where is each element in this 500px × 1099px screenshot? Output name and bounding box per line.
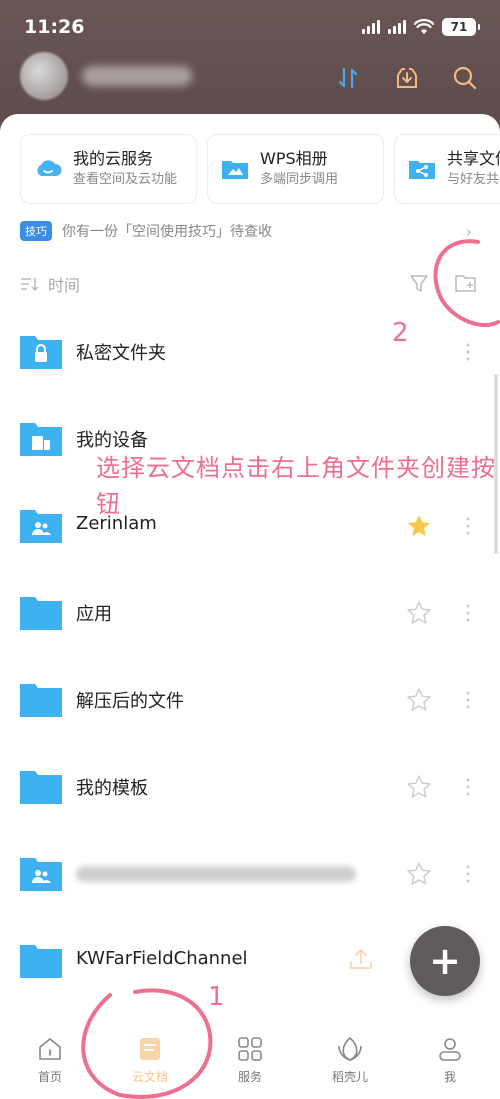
folder-icon: [20, 684, 62, 717]
signal-icon: [362, 20, 380, 34]
tab-label: 服务: [237, 1070, 262, 1084]
tab-services[interactable]: 服务: [210, 1036, 290, 1085]
tip-badge: 技巧: [20, 221, 52, 241]
tips-banner[interactable]: 技巧 你有一份「空间使用技巧」待查收 ›: [20, 220, 480, 242]
folder-icon: [20, 597, 62, 630]
app-header: 11:26 71: [0, 0, 500, 130]
annotation-instruction: 选择云文档点击右上角文件夹创建按钮: [96, 454, 496, 518]
tab-label: 我: [443, 1070, 456, 1084]
service-title: WPS相册: [260, 149, 328, 168]
plus-icon: +: [429, 939, 461, 983]
status-bar: 11:26 71: [0, 0, 500, 56]
cloud-icon: [37, 160, 62, 176]
file-name: 我的设备: [76, 430, 148, 451]
tab-label: 云文档: [131, 1070, 168, 1084]
more-vertical-icon[interactable]: [460, 339, 476, 365]
wifi-icon: [414, 19, 434, 34]
grid-icon: [238, 1037, 262, 1061]
folder-icon: [20, 945, 62, 978]
download-icon[interactable]: [393, 64, 421, 92]
folder-icon: [20, 771, 62, 804]
service-subtitle: 多端同步调用: [260, 172, 339, 187]
star-outline-icon[interactable]: [406, 600, 432, 626]
list-item[interactable]: 应用: [0, 570, 500, 657]
sort-transfer-icon[interactable]: [334, 64, 362, 92]
more-vertical-icon[interactable]: [460, 861, 476, 887]
tab-cloud-docs[interactable]: 云文档: [110, 1036, 190, 1085]
annotation-step-2: 2: [392, 318, 409, 348]
home-icon: [39, 1038, 61, 1060]
lock-folder-icon: [20, 336, 62, 369]
sort-toolbar: 时间: [20, 272, 480, 296]
main-panel: 我的云服务 查看空间及云功能 WPS相册 多端同步调用 共享文件夹 与好友共享 …: [0, 114, 500, 1099]
star-outline-icon[interactable]: [406, 774, 432, 800]
tip-text: 你有一份「空间使用技巧」待查收: [62, 224, 272, 240]
services-row: 我的云服务 查看空间及云功能 WPS相册 多端同步调用 共享文件夹 与好友共享: [20, 134, 500, 204]
share-folder-icon: [409, 161, 435, 179]
tab-me[interactable]: 我: [410, 1036, 490, 1085]
more-vertical-icon[interactable]: [460, 687, 476, 713]
list-item[interactable]: 我的模板: [0, 744, 500, 831]
tab-label: 稻壳儿: [331, 1070, 368, 1084]
more-vertical-icon[interactable]: [460, 600, 476, 626]
list-item[interactable]: 解压后的文件: [0, 657, 500, 744]
more-vertical-icon[interactable]: [460, 774, 476, 800]
file-name: 私密文件夹: [76, 343, 166, 364]
chevron-right-icon: ›: [465, 222, 472, 241]
status-indicators: 71: [362, 18, 480, 36]
cloud-doc-icon: [140, 1038, 160, 1060]
service-shared-folder[interactable]: 共享文件夹 与好友共享: [394, 134, 500, 204]
tab-label: 首页: [37, 1070, 62, 1084]
person-icon: [439, 1038, 461, 1061]
service-my-cloud[interactable]: 我的云服务 查看空间及云功能: [20, 134, 197, 204]
list-item[interactable]: [0, 831, 500, 918]
file-name: 解压后的文件: [76, 691, 184, 712]
avatar[interactable]: [20, 52, 68, 100]
bottom-tab-bar: 首页 云文档 服务 稻壳儿 我: [0, 1010, 500, 1099]
people-folder-icon: [20, 858, 62, 891]
device-folder-icon: [20, 423, 62, 456]
file-name: KWFarFieldChannel: [76, 948, 248, 969]
tab-home[interactable]: 首页: [10, 1036, 90, 1085]
service-wps-album[interactable]: WPS相册 多端同步调用: [207, 134, 384, 204]
battery-indicator: 71: [442, 18, 480, 36]
status-time: 11:26: [24, 16, 85, 38]
leaf-icon: [338, 1036, 362, 1061]
service-subtitle: 与好友共享: [447, 172, 500, 187]
file-name: 我的模板: [76, 778, 148, 799]
create-fab-button[interactable]: +: [410, 926, 480, 996]
file-name-blurred: [76, 866, 356, 882]
list-item[interactable]: 私密文件夹: [0, 309, 500, 396]
people-folder-icon: [20, 510, 62, 543]
signal-icon-2: [388, 20, 406, 34]
star-outline-icon[interactable]: [406, 861, 432, 887]
new-folder-icon[interactable]: [454, 272, 478, 294]
sort-label[interactable]: 时间: [48, 272, 80, 296]
photo-folder-icon: [222, 161, 248, 179]
sort-icon[interactable]: [20, 276, 40, 292]
star-outline-icon[interactable]: [406, 687, 432, 713]
search-icon[interactable]: [451, 64, 479, 92]
username-blurred[interactable]: [82, 66, 192, 86]
service-subtitle: 查看空间及云功能: [73, 172, 178, 187]
upload-icon[interactable]: [348, 946, 374, 972]
filter-icon[interactable]: [408, 272, 430, 294]
tab-docer[interactable]: 稻壳儿: [310, 1036, 390, 1085]
annotation-step-1: 1: [208, 982, 225, 1012]
file-name: 应用: [76, 604, 112, 625]
service-title: 我的云服务: [73, 149, 154, 168]
service-title: 共享文件夹: [447, 149, 500, 168]
